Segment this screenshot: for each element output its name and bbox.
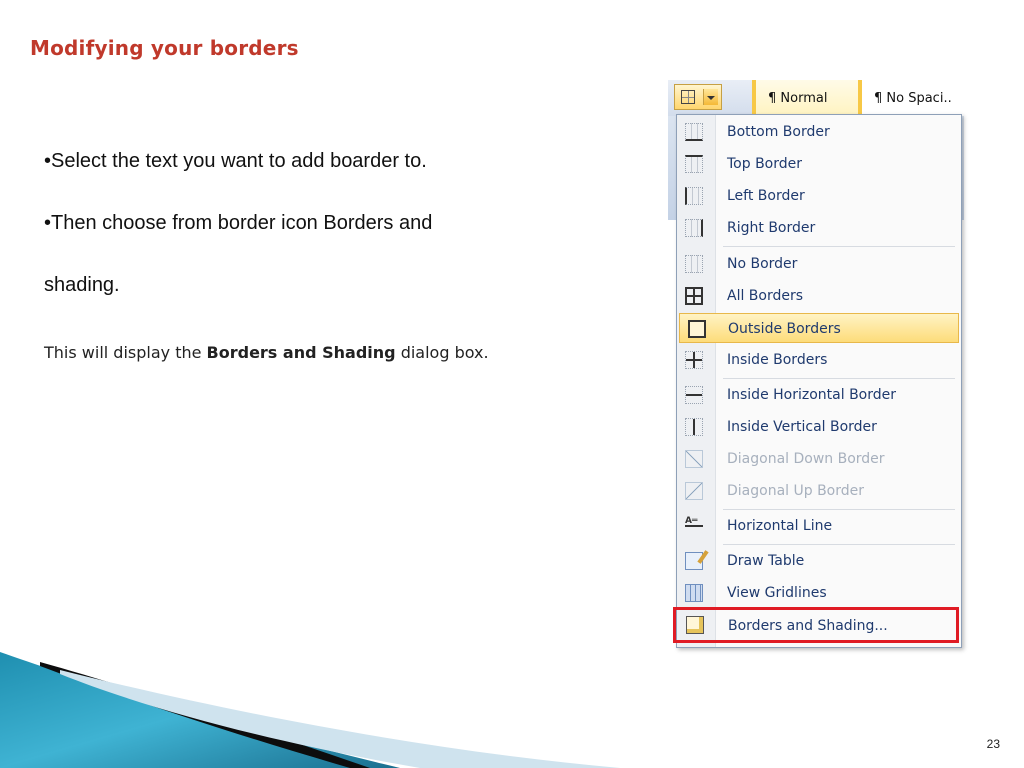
menu-item-bottom-border[interactable]: Bottom Border <box>677 117 961 147</box>
diagonal-down-border-icon <box>685 450 703 468</box>
dialog-note-prefix: This will display the <box>44 343 207 362</box>
dialog-note: This will display the Borders and Shadin… <box>44 343 489 362</box>
borders-dropdown-button[interactable] <box>674 84 722 110</box>
menu-item-label: Draw Table <box>727 553 805 569</box>
menu-item-all-borders[interactable]: All Borders <box>677 281 961 311</box>
menu-item-view-gridlines[interactable]: View Gridlines <box>677 578 961 608</box>
menu-item-label: Inside Horizontal Border <box>727 387 897 403</box>
menu-item-right-border[interactable]: Right Border <box>677 213 961 243</box>
right-border-icon <box>685 219 703 237</box>
menu-item-label: All Borders <box>727 288 804 304</box>
menu-item-no-border[interactable]: No Border <box>677 249 961 279</box>
menu-item-label: No Border <box>727 256 798 272</box>
menu-item-outside-borders[interactable]: Outside Borders <box>679 313 959 343</box>
menu-item-diagonal-up-border: Diagonal Up Border <box>677 476 961 506</box>
outside-borders-icon <box>688 320 706 338</box>
dialog-note-suffix: dialog box. <box>395 343 489 362</box>
menu-item-inside-borders[interactable]: Inside Borders <box>677 345 961 375</box>
view-gridlines-icon <box>685 584 703 602</box>
menu-item-horizontal-line[interactable]: A═ Horizontal Line <box>677 511 961 541</box>
menu-separator <box>723 509 955 510</box>
menu-item-label: View Gridlines <box>727 585 827 601</box>
menu-item-label: Outside Borders <box>728 321 841 337</box>
all-borders-icon <box>685 287 703 305</box>
style-no-spacing[interactable]: ¶ No Spaci.. <box>862 80 964 116</box>
menu-separator <box>723 544 955 545</box>
menu-item-label: Inside Vertical Border <box>727 419 877 435</box>
left-border-icon <box>685 187 703 205</box>
menu-item-borders-and-shading[interactable]: Borders and Shading... <box>673 607 959 643</box>
menu-item-label: Right Border <box>727 220 816 236</box>
inside-horizontal-border-icon <box>685 386 703 404</box>
bottom-border-icon <box>685 123 703 141</box>
dialog-note-bold: Borders and Shading <box>206 343 396 362</box>
chevron-down-icon[interactable] <box>703 89 718 105</box>
draw-table-icon <box>685 552 703 570</box>
style-normal[interactable]: ¶ Normal <box>752 80 862 116</box>
menu-item-draw-table[interactable]: Draw Table <box>677 546 961 576</box>
decorative-swoosh <box>0 652 620 768</box>
menu-item-inside-vertical-border[interactable]: Inside Vertical Border <box>677 412 961 442</box>
menu-item-label: Diagonal Up Border <box>727 483 865 499</box>
menu-item-left-border[interactable]: Left Border <box>677 181 961 211</box>
inside-vertical-border-icon <box>685 418 703 436</box>
borders-icon <box>681 90 695 104</box>
menu-item-label: Inside Borders <box>727 352 828 368</box>
menu-item-inside-horizontal-border[interactable]: Inside Horizontal Border <box>677 380 961 410</box>
menu-item-label: Left Border <box>727 188 805 204</box>
borders-and-shading-icon <box>686 616 704 634</box>
bullet-choose-border: •Then choose from border icon Borders an… <box>44 212 433 234</box>
slide-title: Modifying your borders <box>30 36 299 60</box>
menu-separator <box>723 246 955 247</box>
no-border-icon <box>685 255 703 273</box>
inside-borders-icon <box>685 351 703 369</box>
page-number: 23 <box>986 737 1000 751</box>
bullet-continuation: shading. <box>44 274 120 296</box>
menu-item-label: Bottom Border <box>727 124 830 140</box>
menu-item-top-border[interactable]: Top Border <box>677 149 961 179</box>
horizontal-line-icon: A═ <box>685 517 703 535</box>
diagonal-up-border-icon <box>685 482 703 500</box>
bullet-select-text: •Select the text you want to add boarder… <box>44 150 427 172</box>
menu-item-label: Top Border <box>727 156 803 172</box>
menu-item-label: Borders and Shading... <box>728 618 888 634</box>
menu-item-diagonal-down-border: Diagonal Down Border <box>677 444 961 474</box>
menu-item-label: Diagonal Down Border <box>727 451 885 467</box>
menu-separator <box>723 378 955 379</box>
borders-menu: Bottom Border Top Border Left Border Rig… <box>673 114 962 648</box>
menu-item-label: Horizontal Line <box>727 518 833 534</box>
top-border-icon <box>685 155 703 173</box>
